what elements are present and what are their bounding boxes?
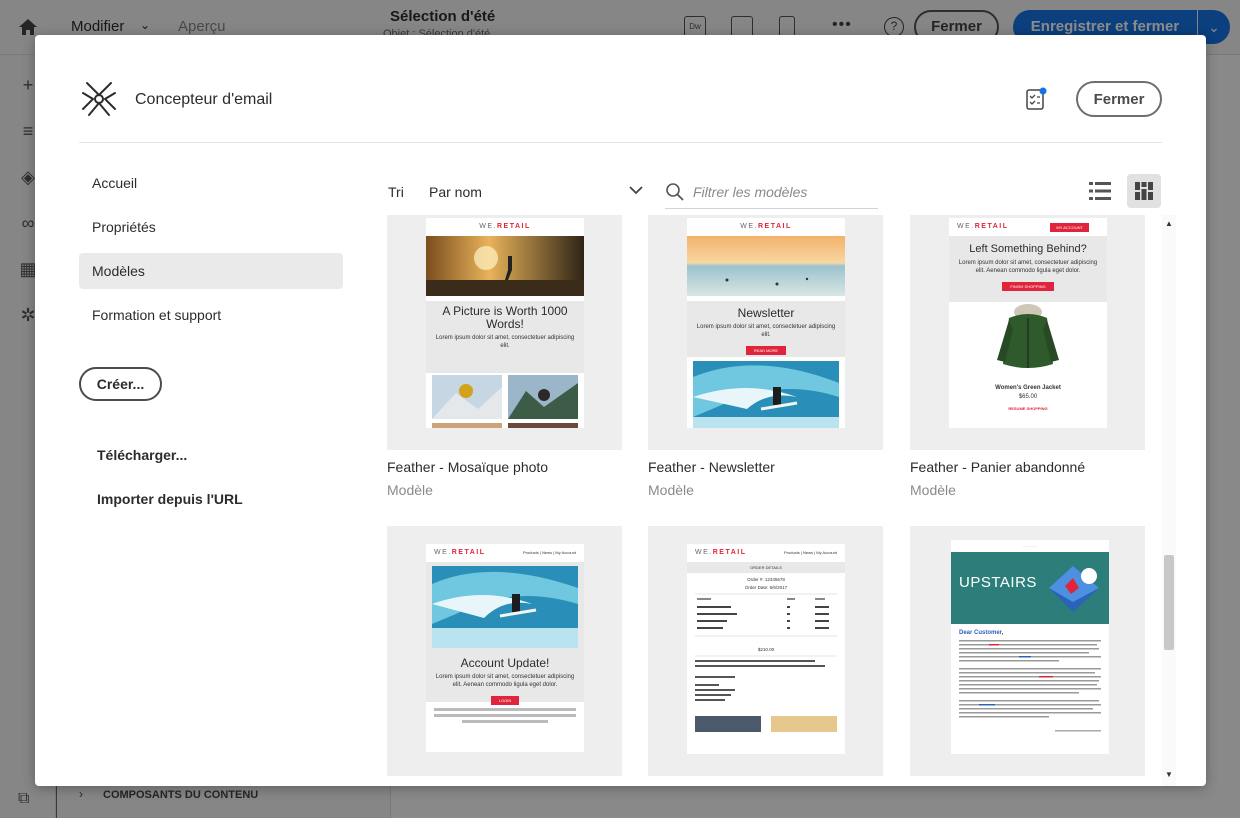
upstairs-body: Dear Customer, — [951, 624, 1109, 747]
template-card[interactable]: WE.RETAIL MY ACCOUNT Left Something Behi… — [910, 215, 1145, 498]
hero-section: Account Update! Lorem ipsum dolor sit am… — [426, 562, 584, 705]
email-preview: WE.RETAIL MY ACCOUNT Left Something Behi… — [949, 218, 1107, 428]
template-grid: WE.RETAIL A Picture is Worth 1000 Words!… — [387, 215, 1167, 786]
order-table — [695, 593, 837, 637]
hero-section: Newsletter Lorem ipsum dolor sit amet, c… — [687, 301, 845, 357]
hero-section: A Picture is Worth 1000 Words! Lorem ips… — [426, 301, 584, 373]
template-thumbnail[interactable]: WE.RETAIL MY ACCOUNT Left Something Behi… — [910, 215, 1145, 450]
scrollbar-thumb[interactable] — [1164, 555, 1174, 650]
preview-heading: Newsletter — [737, 306, 795, 320]
scroll-up-icon[interactable]: ▲ — [1165, 219, 1173, 228]
preview-heading: Account Update! — [460, 656, 550, 670]
preview-button: FINISH SHOPPING — [1002, 282, 1054, 291]
email-preview: WE.RETAIL Products | News | My Account A… — [426, 544, 584, 752]
import-url-link[interactable]: Importer depuis l'URL — [97, 491, 243, 507]
sidebar-item-accueil[interactable]: Accueil — [79, 165, 343, 201]
shipping-info — [695, 655, 837, 732]
template-name[interactable]: Feather - Newsletter — [648, 459, 883, 475]
template-card[interactable]: WE.RETAIL Newsletter Lorem ipsum dolor s… — [648, 215, 883, 498]
preview-button: READ MORE — [745, 346, 787, 355]
template-thumbnail[interactable]: WE.RETAIL Products | News | My Account O… — [648, 526, 883, 776]
template-type: Modèle — [648, 482, 694, 498]
preview-heading: A Picture is Worth 1000 Words! — [442, 304, 568, 331]
search-icon — [666, 183, 684, 201]
template-search — [665, 177, 878, 209]
hero-section: Left Something Behind? Lorem ipsum dolor… — [949, 236, 1107, 302]
email-preview: WE.RETAIL Newsletter Lorem ipsum dolor s… — [687, 218, 845, 428]
dialog-close-button[interactable]: Fermer — [1076, 81, 1162, 117]
template-type: Modèle — [387, 482, 433, 498]
sort-dropdown[interactable]: Par nom — [423, 175, 645, 207]
template-card[interactable]: WE.RETAIL Products | News | My Account O… — [648, 526, 883, 776]
body-text-lines — [959, 640, 1101, 732]
sidebar-nav: Accueil Propriétés Modèles Formation et … — [79, 165, 343, 341]
product-name: Women's Green Jacket — [995, 385, 1061, 391]
my-account-badge: MY ACCOUNT — [1050, 223, 1089, 232]
create-button[interactable]: Créer... — [79, 367, 162, 401]
sort-value: Par nom — [429, 184, 482, 200]
surf-photo — [693, 361, 839, 428]
brand-logo: WE.RETAIL MY ACCOUNT — [949, 218, 1107, 236]
brand-logo: WE.RETAIL Products | News | My Account — [434, 549, 576, 556]
brand-logo: WE.RETAIL — [479, 223, 531, 230]
order-number: Order #: 12345678 — [747, 577, 785, 582]
template-thumbnail[interactable]: WE.RETAIL A Picture is Worth 1000 Words!… — [387, 215, 622, 450]
preheader: — — — — — [1022, 544, 1038, 548]
brand-logo: WE.RETAIL — [740, 223, 792, 230]
dialog-title: Concepteur d'email — [135, 91, 273, 108]
product-info: Women's Green Jacket $65.00 RESUME SHOPP… — [949, 385, 1107, 411]
sidebar-item-proprietes[interactable]: Propriétés — [79, 209, 343, 245]
grid-view-icon — [1135, 182, 1153, 200]
beach-photo — [687, 236, 845, 296]
preview-body: Lorem ipsum dolor sit amet, consectetuer… — [435, 335, 575, 349]
preview-button: LOGIN — [490, 696, 520, 705]
preview-body: Lorem ipsum dolor sit amet, consectetuer… — [435, 674, 575, 688]
runner-photo — [426, 236, 584, 296]
preview-body: Lorem ipsum dolor sit amet, consectetuer… — [958, 260, 1098, 274]
dialog-header: Concepteur d'email Fermer — [79, 35, 1162, 143]
order-details-header: ORDER DETAILS — [687, 562, 845, 573]
chevron-down-icon — [629, 186, 643, 195]
scroll-down-icon[interactable]: ▼ — [1165, 770, 1173, 779]
preview-nav: Products | News | My Account — [784, 550, 837, 555]
template-name[interactable]: Feather - Mosaïque photo — [387, 459, 622, 475]
surf-photo — [432, 566, 578, 648]
grid-view-button[interactable] — [1127, 174, 1161, 208]
resume-shopping-link: RESUME SHOPPING — [1008, 406, 1048, 411]
upstairs-graphic — [1049, 566, 1099, 612]
preview-nav: Products | News | My Account — [523, 550, 576, 555]
template-thumbnail[interactable]: — — — — UPSTAIRS Dear Customer, — [910, 526, 1145, 776]
template-card[interactable]: — — — — UPSTAIRS Dear Customer, — [910, 526, 1145, 776]
search-input[interactable] — [693, 182, 873, 202]
sidebar-item-formation-support[interactable]: Formation et support — [79, 297, 343, 333]
jacket-photo — [997, 304, 1059, 368]
checklist-icon[interactable] — [1025, 87, 1047, 111]
email-designer-dialog: Concepteur d'email Fermer Accueil Propri… — [35, 35, 1206, 786]
upstairs-logo: UPSTAIRS — [959, 574, 1037, 591]
product-price: $65.00 — [1018, 394, 1038, 400]
grid-scrollbar[interactable]: ▲ ▼ — [1162, 215, 1176, 786]
template-thumbnail[interactable]: WE.RETAIL Newsletter Lorem ipsum dolor s… — [648, 215, 883, 450]
email-preview: WE.RETAIL A Picture is Worth 1000 Words!… — [426, 218, 584, 428]
template-card[interactable]: WE.RETAIL A Picture is Worth 1000 Words!… — [387, 215, 622, 498]
sort-label: Tri — [388, 184, 404, 200]
preview-body: Lorem ipsum dolor sit amet, consectetuer… — [696, 324, 836, 338]
photo-mosaic — [432, 375, 578, 428]
template-card[interactable]: WE.RETAIL Products | News | My Account A… — [387, 526, 622, 776]
brand-logo: WE.RETAIL Products | News | My Account — [695, 549, 837, 556]
template-type: Modèle — [910, 482, 956, 498]
email-preview: — — — — UPSTAIRS Dear Customer, — [951, 540, 1109, 754]
preview-heading: Left Something Behind? — [969, 243, 1087, 255]
upload-link[interactable]: Télécharger... — [97, 447, 187, 463]
list-view-icon[interactable] — [1089, 181, 1111, 201]
template-thumbnail[interactable]: WE.RETAIL Products | News | My Account A… — [387, 526, 622, 776]
template-name[interactable]: Feather - Panier abandonné — [910, 459, 1145, 475]
sidebar-item-modeles[interactable]: Modèles — [79, 253, 343, 289]
email-preview: WE.RETAIL Products | News | My Account O… — [687, 544, 845, 754]
email-designer-logo-icon — [82, 82, 116, 116]
upstairs-hero: UPSTAIRS — [951, 552, 1109, 624]
